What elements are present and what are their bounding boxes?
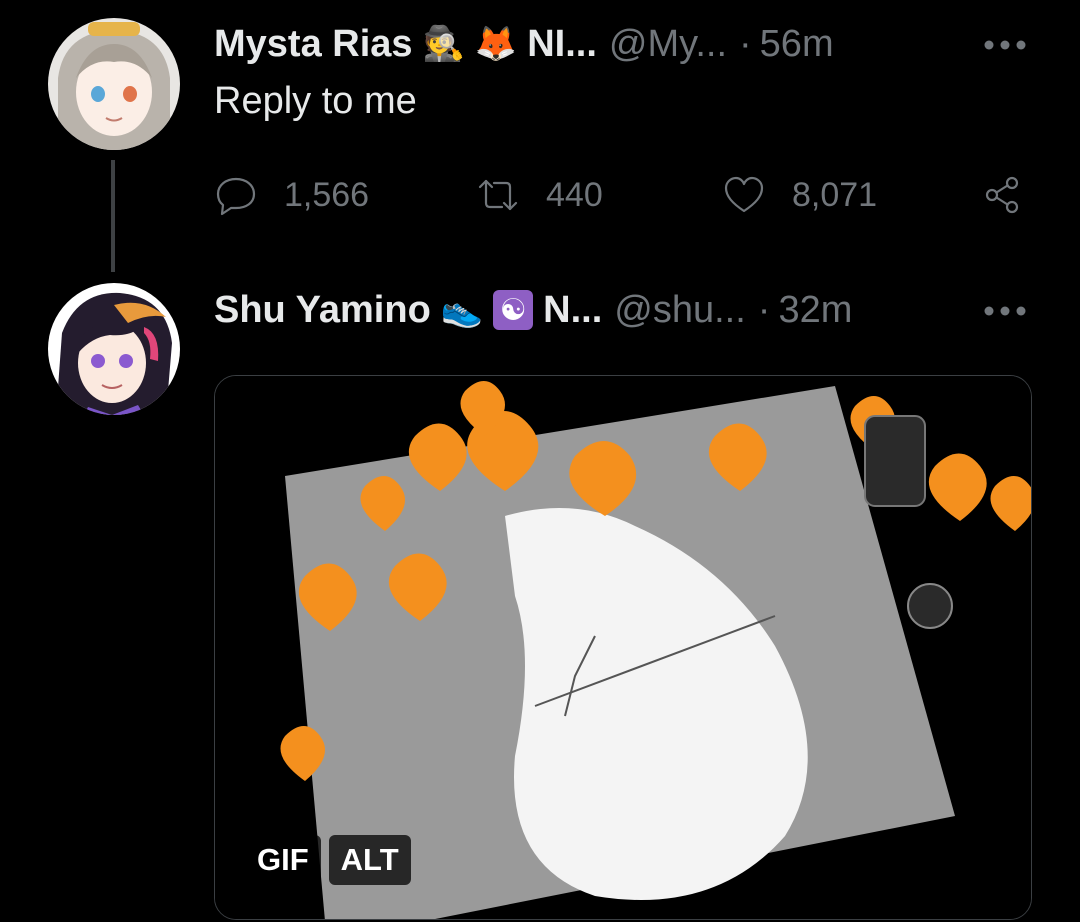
reply-button[interactable]: 1,566 xyxy=(214,165,369,225)
gif-badge: GIF xyxy=(245,835,321,885)
tweet-header: Shu Yamino 👟 ☯ N... @shu... · 32m xyxy=(214,282,852,338)
yin-yang-icon: ☯ xyxy=(493,290,534,330)
display-name-truncated[interactable]: NI... xyxy=(527,23,597,66)
share-icon xyxy=(985,176,1019,214)
tweet-header: Mysta Rias 🕵 🦊 NI... @My... · 56m xyxy=(214,16,834,72)
retweet-button[interactable]: 440 xyxy=(476,165,603,225)
user-handle[interactable]: @My... xyxy=(609,23,727,66)
more-options-button[interactable] xyxy=(980,291,1030,331)
more-dots-icon xyxy=(984,306,1026,316)
like-button[interactable]: 8,071 xyxy=(722,165,877,225)
detective-icon: 🕵 xyxy=(422,24,465,64)
alt-text-button[interactable]: ALT xyxy=(328,835,411,885)
timestamp[interactable]: 32m xyxy=(778,289,852,332)
separator-dot: · xyxy=(739,22,752,65)
retweet-icon xyxy=(478,179,518,211)
running-shoe-icon: 👟 xyxy=(440,290,484,330)
avatar-shu[interactable] xyxy=(48,283,180,415)
avatar-mysta[interactable] xyxy=(48,18,180,150)
fox-icon: 🦊 xyxy=(474,24,518,64)
display-name[interactable]: Shu Yamino xyxy=(214,289,431,332)
more-dots-icon xyxy=(984,40,1026,50)
separator-dot: · xyxy=(757,288,771,331)
share-button[interactable] xyxy=(980,165,1024,225)
display-name-truncated[interactable]: N... xyxy=(543,289,602,332)
reply-icon xyxy=(216,177,256,216)
display-name[interactable]: Mysta Rias xyxy=(214,23,413,66)
media-badges: GIF ALT xyxy=(245,835,419,885)
thread-connector-line xyxy=(111,160,115,272)
tweet-actions: 1,566 440 8,071 xyxy=(214,165,1034,225)
user-handle[interactable]: @shu... xyxy=(614,289,746,332)
heart-icon xyxy=(724,176,764,213)
gif-media[interactable]: GIF ALT xyxy=(214,375,1032,920)
reply-count: 1,566 xyxy=(284,175,370,214)
like-count: 8,071 xyxy=(792,175,878,214)
tweet-text: Reply to me xyxy=(214,80,417,122)
more-options-button[interactable] xyxy=(980,25,1030,65)
retweet-count: 440 xyxy=(546,175,603,214)
timestamp[interactable]: 56m xyxy=(760,23,834,66)
